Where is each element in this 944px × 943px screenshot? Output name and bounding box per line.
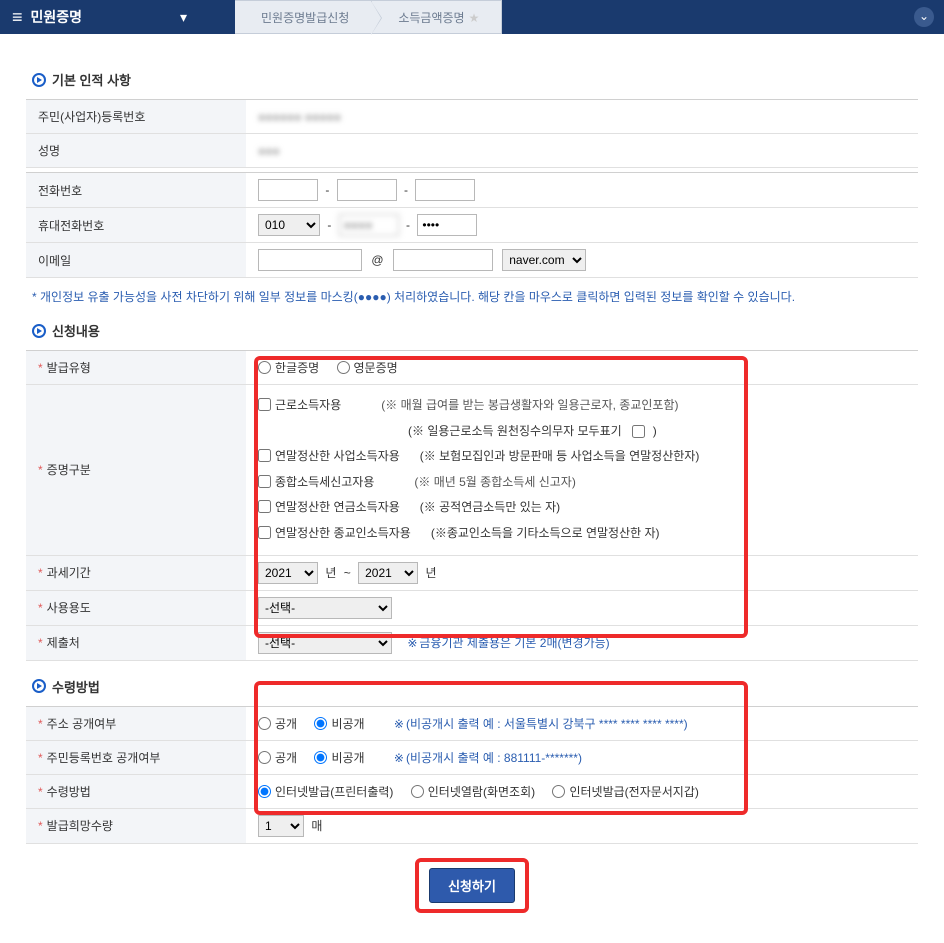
menu-toggle[interactable]: 민원증명 ▾ xyxy=(0,7,199,28)
checkbox-daily-all[interactable] xyxy=(632,425,645,438)
masking-note: * 개인정보 유출 가능성을 사전 차단하기 위해 일부 정보를 마스킹(●●●… xyxy=(32,288,944,305)
highlight-box-submit: 신청하기 xyxy=(415,858,529,913)
breadcrumb-item-2[interactable]: 소득금액증명★ xyxy=(372,0,502,34)
year-from-select[interactable]: 2021 xyxy=(258,562,318,584)
mobile-prefix-select[interactable]: 010 xyxy=(258,214,320,236)
label-mobile: 휴대전화번호 xyxy=(26,208,246,243)
label-delivery-method: *수령방법 xyxy=(26,774,246,808)
bullet-icon xyxy=(32,73,46,87)
mobile-last-input[interactable] xyxy=(417,214,477,236)
checkbox-yearend-pension[interactable]: 연말정산한 연금소득자용 xyxy=(258,497,400,519)
checkbox-yearend-religious[interactable]: 연말정산한 종교인소득자용 xyxy=(258,523,411,545)
breadcrumb-item-1[interactable]: 민원증명발급신청 xyxy=(235,0,372,34)
radio-method-print[interactable]: 인터넷발급(프린터출력) xyxy=(258,785,393,799)
chevron-down-icon: ▾ xyxy=(180,9,187,26)
radio-addr-closed[interactable]: 비공개 xyxy=(314,717,364,731)
checkbox-yearend-biz[interactable]: 연말정산한 사업소득자용 xyxy=(258,446,400,468)
bullet-icon xyxy=(32,324,46,338)
value-resident-no[interactable]: ●●●●●● ●●●●● xyxy=(258,110,341,124)
section-basic-info: 기본 인적 사항 xyxy=(32,70,944,89)
label-email: 이메일 xyxy=(26,243,246,278)
radio-rrn-open[interactable]: 공개 xyxy=(258,751,297,765)
note-yearend-pension: (※ 공적연금소득만 있는 자) xyxy=(420,497,560,519)
note-global-income: (※ 매년 5월 종합소득세 신고자) xyxy=(414,472,575,494)
purpose-select[interactable]: -선택- xyxy=(258,597,392,619)
label-rrn-disclosure: *주민등록번호 공개여부 xyxy=(26,740,246,774)
contact-table: 전화번호 - - 휴대전화번호 010 - - 이메일 @ xyxy=(26,172,918,278)
request-table: *발급유형 한글증명 영문증명 *증명구분 근로소득자용 (※ 매월 급여를 받… xyxy=(26,350,918,661)
note-yearend-biz: (※ 보험모집인과 방문판매 등 사업소득을 연말정산한자) xyxy=(420,446,700,468)
breadcrumb: 민원증명발급신청 소득금액증명★ xyxy=(235,0,502,34)
header-title: 민원증명 xyxy=(31,7,83,27)
note-daily-worker: (※ 일용근로소득 원천징수의무자 모두표기 xyxy=(408,421,622,443)
phone-2-input[interactable] xyxy=(337,179,397,201)
label-purpose: *사용용도 xyxy=(26,590,246,625)
radio-method-wallet[interactable]: 인터넷발급(전자문서지갑) xyxy=(552,785,698,799)
addr-hint: (비공개시 출력 예 : 서울특별시 강북구 **** **** **** **… xyxy=(394,717,688,731)
value-name[interactable]: ●●● xyxy=(258,144,280,158)
checkbox-global-income[interactable]: 종합소득세신고자용 xyxy=(258,472,374,494)
section-request-content: 신청내용 xyxy=(32,321,944,340)
radio-addr-open[interactable]: 공개 xyxy=(258,717,297,731)
quantity-select[interactable]: 1 xyxy=(258,815,304,837)
radio-rrn-closed[interactable]: 비공개 xyxy=(314,751,364,765)
radio-method-view[interactable]: 인터넷열람(화면조회) xyxy=(411,785,535,799)
phone-1-input[interactable] xyxy=(258,179,318,201)
submit-button[interactable]: 신청하기 xyxy=(429,868,515,903)
radio-english-cert[interactable]: 영문증명 xyxy=(337,361,398,375)
submit-to-select[interactable]: -선택- xyxy=(258,632,392,654)
hamburger-icon xyxy=(12,7,23,28)
label-quantity: *발급희망수량 xyxy=(26,808,246,843)
year-to-select[interactable]: 2021 xyxy=(358,562,418,584)
basic-info-table: 주민(사업자)등록번호 ●●●●●● ●●●●● 성명 ●●● xyxy=(26,99,918,168)
label-tax-period: *과세기간 xyxy=(26,555,246,590)
label-resident-no: 주민(사업자)등록번호 xyxy=(26,100,246,134)
label-cert-classification: *증명구분 xyxy=(26,385,246,556)
email-domain-select[interactable]: naver.com xyxy=(502,249,586,271)
email-local-input[interactable] xyxy=(258,249,362,271)
label-addr-disclosure: *주소 공개여부 xyxy=(26,706,246,740)
mobile-mid-input[interactable] xyxy=(339,214,399,236)
phone-3-input[interactable] xyxy=(415,179,475,201)
submit-to-note: 금융기관 제출용은 기본 2매(변경가능) xyxy=(407,636,609,650)
note-earned-income: (※ 매월 급여를 받는 봉급생활자와 일용근로자, 종교인포함) xyxy=(381,395,678,417)
label-name: 성명 xyxy=(26,134,246,168)
bullet-icon xyxy=(32,679,46,693)
label-submit-to: *제출처 xyxy=(26,625,246,660)
delivery-table: *주소 공개여부 공개 비공개 (비공개시 출력 예 : 서울특별시 강북구 *… xyxy=(26,706,918,844)
note-yearend-religious: (※종교인소득을 기타소득으로 연말정산한 자) xyxy=(431,523,660,545)
label-issue-type: *발급유형 xyxy=(26,351,246,385)
checkbox-earned-income[interactable]: 근로소득자용 xyxy=(258,395,341,417)
section-delivery: 수령방법 xyxy=(32,677,944,696)
collapse-button[interactable]: ⌄ xyxy=(914,7,934,27)
label-phone: 전화번호 xyxy=(26,173,246,208)
star-icon: ★ xyxy=(469,11,480,25)
radio-korean-cert[interactable]: 한글증명 xyxy=(258,361,319,375)
email-domain-input[interactable] xyxy=(393,249,493,271)
header-bar: 민원증명 ▾ 민원증명발급신청 소득금액증명★ ⌄ xyxy=(0,0,944,34)
rrn-hint: (비공개시 출력 예 : 881111-*******) xyxy=(394,751,582,765)
